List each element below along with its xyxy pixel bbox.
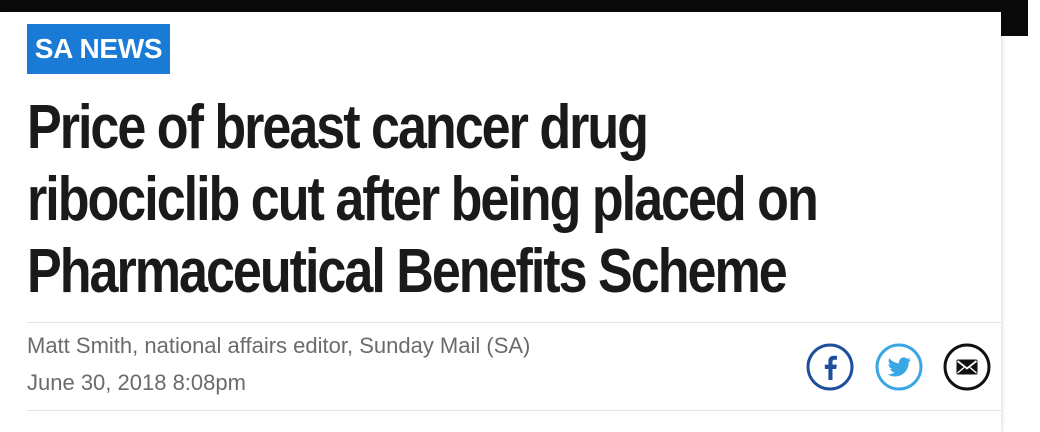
meta-divider-bottom <box>27 410 1002 411</box>
facebook-icon <box>806 343 854 391</box>
section-badge[interactable]: SA NEWS <box>27 24 170 74</box>
email-icon <box>943 343 991 391</box>
author-byline: Matt Smith, national affairs editor, Sun… <box>27 333 531 358</box>
twitter-icon <box>875 343 923 391</box>
headline-line-2: ribociclib cut after being placed on <box>27 165 819 234</box>
article-headline: Price of breast cancer drug ribociclib c… <box>27 92 993 308</box>
meta-divider-top <box>27 322 1002 323</box>
headline-line-3: Pharmaceutical Benefits Scheme <box>27 237 788 306</box>
publish-date: June 30, 2018 8:08pm <box>27 370 246 395</box>
email-share-button[interactable] <box>942 342 992 392</box>
headline-line-1: Price of breast cancer drug <box>27 93 649 162</box>
facebook-share-button[interactable] <box>805 342 855 392</box>
twitter-share-button[interactable] <box>874 342 924 392</box>
